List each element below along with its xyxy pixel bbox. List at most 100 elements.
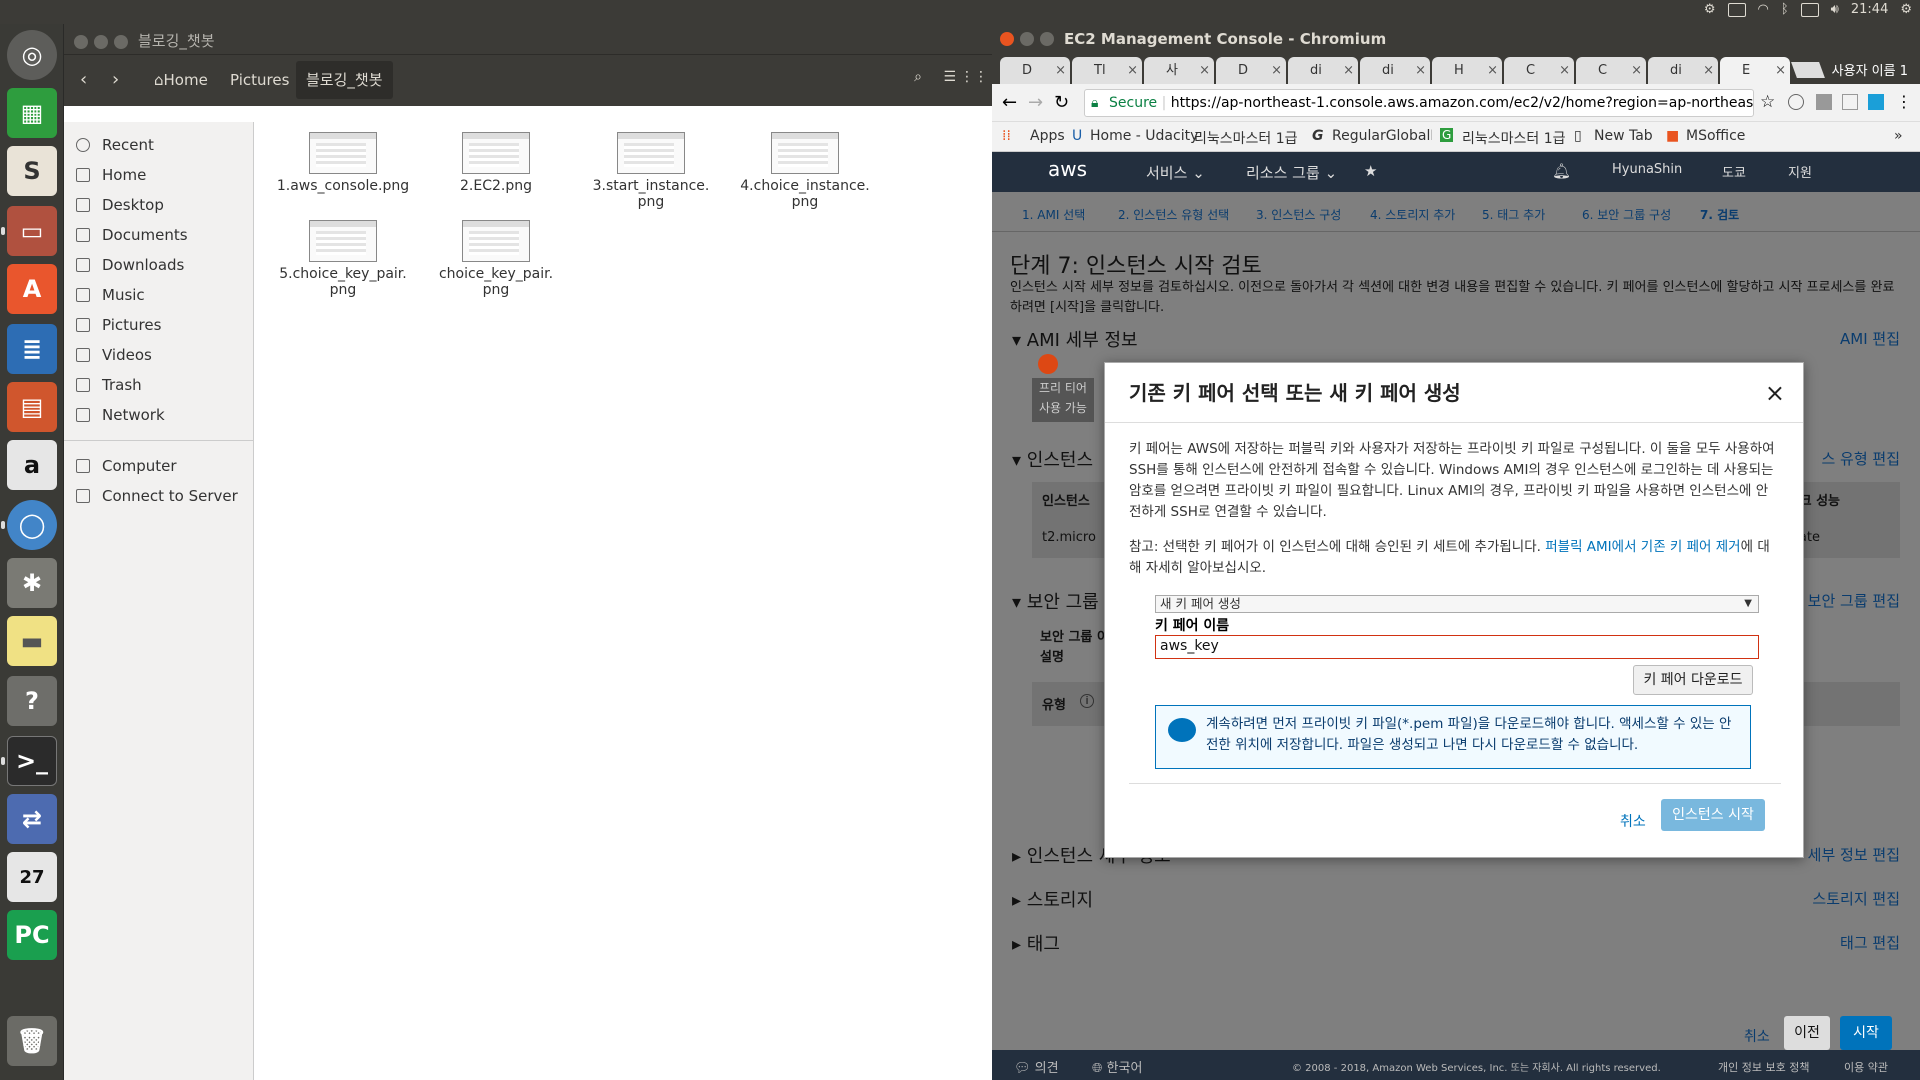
- section-security-group[interactable]: ▾ 보안 그룹: [1012, 588, 1099, 614]
- browser-tab[interactable]: di ×: [1360, 57, 1430, 84]
- sidebar-item-connect-server[interactable]: Connect to Server: [64, 481, 253, 511]
- edit-storage-link[interactable]: 스토리지 편집: [1812, 888, 1900, 909]
- impress-icon[interactable]: ▤: [7, 382, 57, 432]
- volume-icon[interactable]: 🔊︎: [1831, 2, 1839, 17]
- file-item[interactable]: 2.EC2.png: [421, 132, 571, 194]
- dialog-cancel-link[interactable]: 취소: [1620, 811, 1646, 831]
- browser-tab[interactable]: D ×: [1216, 57, 1286, 84]
- sidebar-item-computer[interactable]: Computer: [64, 451, 253, 481]
- crumb-pictures[interactable]: Pictures: [220, 61, 299, 99]
- clock[interactable]: 21:44: [1851, 2, 1888, 17]
- launch-button[interactable]: 시작: [1840, 1016, 1892, 1050]
- minimize-window-icon[interactable]: [94, 35, 108, 49]
- star-icon[interactable]: ☆: [1760, 92, 1775, 112]
- sidebar-item-videos[interactable]: Videos: [64, 340, 253, 370]
- crumb-current[interactable]: 블로깅_챗봇: [296, 61, 393, 99]
- trash-icon[interactable]: 🗑︎: [7, 1016, 57, 1066]
- section-storage[interactable]: ▸ 스토리지: [1012, 886, 1093, 912]
- section-tags[interactable]: ▸ 태그: [1012, 930, 1060, 956]
- bookmark-new-tab[interactable]: New Tab: [1594, 128, 1653, 144]
- file-item[interactable]: 4.choice_instance. png: [730, 132, 880, 210]
- sidebar-item-music[interactable]: Music: [64, 280, 253, 310]
- browser-tab[interactable]: 사 ×: [1144, 57, 1214, 84]
- back-icon[interactable]: ‹: [80, 69, 87, 90]
- step-ami[interactable]: 1. AMI 선택: [1022, 206, 1085, 223]
- download-key-pair-button[interactable]: 키 페어 다운로드: [1633, 665, 1753, 695]
- launch-instance-button[interactable]: 인스턴스 시작: [1661, 799, 1765, 831]
- writer-icon[interactable]: ≣: [7, 324, 57, 374]
- keyboard-icon[interactable]: [1727, 2, 1746, 17]
- edit-security-group-link[interactable]: 보안 그룹 편집: [1808, 590, 1900, 611]
- sidebar-item-documents[interactable]: Documents: [64, 220, 253, 250]
- browser-tab[interactable]: H ×: [1432, 57, 1502, 84]
- battery-icon[interactable]: [1800, 2, 1819, 17]
- close-tab-icon[interactable]: ×: [1343, 57, 1354, 84]
- privacy-link[interactable]: 개인 정보 보호 정책: [1718, 1059, 1809, 1075]
- ubuntu-logo-icon[interactable]: ◎: [7, 30, 57, 80]
- file-item[interactable]: choice_key_pair. png: [421, 220, 571, 298]
- bookmark-udacity[interactable]: Home - Udacity: [1090, 128, 1198, 144]
- extension-icon[interactable]: [1868, 94, 1884, 110]
- extension-icon[interactable]: [1842, 94, 1858, 110]
- close-tab-icon[interactable]: ×: [1631, 57, 1642, 84]
- aws-logo[interactable]: aws: [1048, 157, 1087, 181]
- pin-icon[interactable]: ★: [1364, 162, 1377, 180]
- forward-icon[interactable]: →: [1028, 92, 1043, 113]
- sidebar-item-downloads[interactable]: Downloads: [64, 250, 253, 280]
- url-field[interactable]: 🔒︎ Secure | https://ap-northeast-1.conso…: [1084, 89, 1754, 117]
- file-item[interactable]: 3.start_instance. png: [576, 132, 726, 210]
- extension-icon[interactable]: [1816, 94, 1832, 110]
- reload-icon[interactable]: ↻: [1054, 92, 1069, 113]
- services-menu[interactable]: 서비스 ⌄: [1146, 162, 1205, 183]
- sidebar-item-desktop[interactable]: Desktop: [64, 190, 253, 220]
- file-item[interactable]: 5.choice_key_pair. png: [268, 220, 418, 298]
- browser-tab[interactable]: D ×: [1000, 57, 1070, 84]
- bookmark-linux-master-2[interactable]: 리눅스마스터 1급: [1462, 128, 1570, 148]
- edit-tags-link[interactable]: 태그 편집: [1840, 932, 1900, 953]
- back-icon[interactable]: ←: [1002, 92, 1017, 113]
- bookmark-regularglobal[interactable]: RegularGlobalM: [1332, 128, 1432, 144]
- close-tab-icon[interactable]: ×: [1271, 57, 1282, 84]
- step-review[interactable]: 7. 검토: [1700, 206, 1739, 223]
- edit-ami-link[interactable]: AMI 편집: [1840, 328, 1900, 349]
- feedback-link[interactable]: 💬︎ 의견: [1014, 1057, 1059, 1076]
- previous-button[interactable]: 이전: [1784, 1016, 1830, 1050]
- key-pair-select[interactable]: 새 키 페어 생성 ▼: [1155, 595, 1759, 613]
- step-security-group[interactable]: 6. 보안 그룹 구성: [1582, 206, 1671, 223]
- browser-tab[interactable]: di ×: [1288, 57, 1358, 84]
- sidebar-item-home[interactable]: Home: [64, 160, 253, 190]
- close-tab-icon[interactable]: ×: [1487, 57, 1498, 84]
- browser-tab[interactable]: C ×: [1504, 57, 1574, 84]
- terms-link[interactable]: 이용 약관: [1844, 1059, 1888, 1075]
- close-icon[interactable]: ×: [1765, 363, 1785, 423]
- new-tab-button[interactable]: [1791, 62, 1825, 78]
- system-settings-icon[interactable]: ✱: [7, 558, 57, 608]
- maximize-window-icon[interactable]: [1040, 32, 1054, 46]
- close-tab-icon[interactable]: ×: [1415, 57, 1426, 84]
- language-link[interactable]: 🌐︎ 한국어: [1092, 1057, 1142, 1076]
- step-tags[interactable]: 5. 태그 추가: [1482, 206, 1545, 223]
- sidebar-item-trash[interactable]: Trash: [64, 370, 253, 400]
- bookmark-linux-master[interactable]: 리눅스마스터 1급: [1194, 128, 1300, 148]
- step-storage[interactable]: 4. 스토리지 추가: [1370, 206, 1455, 223]
- crumb-home[interactable]: ⌂Home: [144, 61, 218, 99]
- close-tab-icon[interactable]: ×: [1199, 57, 1210, 84]
- more-bookmarks-icon[interactable]: »: [1894, 128, 1903, 144]
- account-menu[interactable]: HyunaShin: [1612, 162, 1682, 177]
- sidebar-item-network[interactable]: Network: [64, 400, 253, 430]
- browser-tab[interactable]: C ×: [1576, 57, 1646, 84]
- help-icon[interactable]: ?: [7, 676, 57, 726]
- files-icon[interactable]: ▭: [7, 206, 57, 256]
- cancel-link[interactable]: 취소: [1744, 1026, 1770, 1046]
- support-menu[interactable]: 지원: [1788, 162, 1812, 181]
- forward-icon[interactable]: ›: [112, 69, 119, 90]
- step-instance-type[interactable]: 2. 인스턴스 유형 선택: [1118, 206, 1229, 223]
- section-ami[interactable]: ▾ AMI 세부 정보: [1012, 326, 1138, 352]
- search-icon[interactable]: ⌕: [914, 69, 922, 85]
- settings-icon[interactable]: ⚙: [1704, 2, 1716, 17]
- close-tab-icon[interactable]: ×: [1055, 57, 1066, 84]
- sidebar-item-pictures[interactable]: Pictures: [64, 310, 253, 340]
- menu-icon[interactable]: ⋮: [1896, 92, 1912, 111]
- close-tab-icon[interactable]: ×: [1127, 57, 1138, 84]
- browser-tab[interactable]: di ×: [1648, 57, 1718, 84]
